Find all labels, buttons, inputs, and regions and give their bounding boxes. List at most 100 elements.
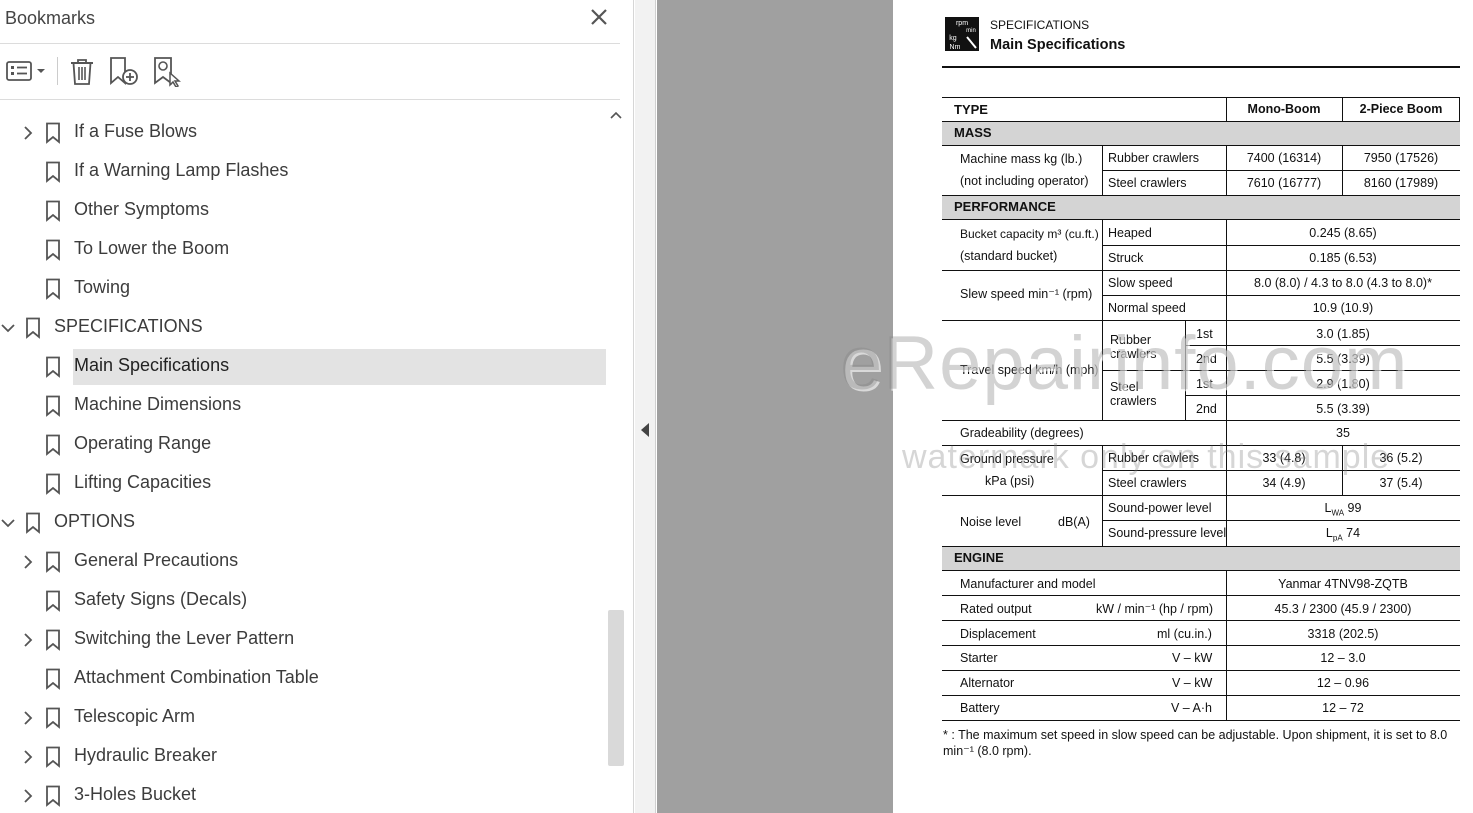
table-rule xyxy=(1226,570,1227,720)
heaped-value: 0.245 (8.65) xyxy=(1309,226,1377,240)
bookmark-options-button[interactable] xyxy=(5,55,47,87)
table-rule xyxy=(1342,445,1343,495)
bookmark-item[interactable]: Main Specifications xyxy=(46,349,606,385)
footnote: * : The maximum set speed in slow speed … xyxy=(943,727,1468,759)
struck-label: Struck xyxy=(1108,251,1144,265)
bookmark-icon xyxy=(46,239,60,261)
close-panel-button[interactable] xyxy=(588,6,610,28)
chevron-right-icon[interactable] xyxy=(21,787,35,805)
mass-steel-two: 8160 (17989) xyxy=(1363,176,1439,190)
bookmark-item[interactable]: Switching the Lever Pattern xyxy=(0,622,606,658)
performance-section-label: PERFORMANCE xyxy=(954,199,1056,214)
new-bookmark-button[interactable] xyxy=(108,55,140,87)
bookmark-item[interactable]: OPTIONS xyxy=(0,505,606,541)
table-rule xyxy=(1226,219,1227,546)
bookmark-tree: If a Fuse Blows If a Warning Lamp Flashes… xyxy=(0,108,608,813)
engine-row-unit: kW / min⁻¹ (hp / rpm) xyxy=(1096,602,1214,616)
bookmark-icon xyxy=(46,122,60,144)
bookmark-item[interactable]: To Lower the Boom xyxy=(0,232,606,268)
document-background xyxy=(657,0,893,813)
table-rule xyxy=(1102,470,1460,471)
bookmark-label: If a Warning Lamp Flashes xyxy=(74,160,289,180)
chevron-right-icon[interactable] xyxy=(21,748,35,766)
bookmark-label: Attachment Combination Table xyxy=(74,667,319,687)
bookmark-label: If a Fuse Blows xyxy=(74,121,198,141)
bookmark-item[interactable]: Machine Dimensions xyxy=(0,388,606,424)
table-rule xyxy=(1342,97,1343,121)
bookmarks-scrollbar[interactable] xyxy=(606,108,626,813)
bookmark-label: 3-Holes Bucket xyxy=(74,784,197,804)
chevron-right-icon[interactable] xyxy=(21,124,35,142)
table-rule xyxy=(1102,370,1460,371)
table-rule xyxy=(1459,97,1460,121)
sound-power-value: LWA 99 xyxy=(1324,501,1362,518)
delete-bookmark-button[interactable] xyxy=(67,55,97,87)
travel-steel-label-1: Steel xyxy=(1110,380,1139,394)
table-rule xyxy=(942,320,1460,321)
engine-row-label: Manufacturer and model xyxy=(960,577,1096,591)
bookmark-item[interactable]: Lifting Capacities xyxy=(0,466,606,502)
ground-pressure-unit: kPa (psi) xyxy=(985,474,1035,488)
bookmark-item[interactable]: Attachment Combination Table xyxy=(0,661,606,697)
bookmark-item[interactable]: If a Fuse Blows xyxy=(0,115,606,151)
two-piece-boom-header: 2-Piece Boom xyxy=(1359,102,1443,116)
ground-pressure-label: Ground pressure xyxy=(960,452,1054,466)
bookmark-item[interactable]: SPECIFICATIONS xyxy=(0,310,606,346)
travel-rubber-label-2: crawlers xyxy=(1110,347,1157,361)
table-rule xyxy=(942,420,1460,421)
panel-splitter[interactable] xyxy=(635,0,656,813)
struck-value: 0.185 (6.53) xyxy=(1309,251,1377,265)
steel-1st-value: 2.9 (1.80) xyxy=(1316,377,1370,391)
bookmark-item[interactable]: Towing xyxy=(0,271,606,307)
trash-icon xyxy=(71,59,93,85)
engine-row-label: Rated output xyxy=(960,602,1032,616)
table-rule xyxy=(1102,145,1103,195)
bookmark-item[interactable]: 3-Holes Bucket xyxy=(0,778,606,813)
bookmark-icon xyxy=(26,317,40,339)
bookmark-item[interactable]: Safety Signs (Decals) xyxy=(0,583,606,619)
bookmark-item[interactable]: If a Warning Lamp Flashes xyxy=(0,154,606,190)
slow-speed-label: Slow speed xyxy=(1108,276,1173,290)
bookmark-label: Machine Dimensions xyxy=(74,394,242,414)
bookmark-item[interactable]: Telescopic Arm xyxy=(0,700,606,736)
bookmark-item[interactable]: General Precautions xyxy=(0,544,606,580)
scroll-thumb[interactable] xyxy=(608,610,624,766)
travel-steel-label-2: crawlers xyxy=(1110,394,1157,408)
normal-speed-label: Normal speed xyxy=(1108,301,1186,315)
table-rule xyxy=(942,495,1460,496)
chevron-right-icon[interactable] xyxy=(21,553,35,571)
travel-speed-label: Travel speed km/h (mph) xyxy=(960,363,1099,377)
find-bookmark-button[interactable] xyxy=(152,55,184,88)
bookmark-label: SPECIFICATIONS xyxy=(54,316,203,336)
svg-text:min: min xyxy=(966,28,976,34)
table-rule xyxy=(942,645,1460,646)
chevron-right-icon[interactable] xyxy=(21,631,35,649)
table-rule xyxy=(942,670,1460,671)
ground-rubber-mono: 33 (4.8) xyxy=(1262,451,1306,465)
bookmark-item[interactable]: Hydraulic Breaker xyxy=(0,739,606,775)
normal-speed-value: 10.9 (10.9) xyxy=(1312,301,1374,315)
table-rule xyxy=(942,445,1460,446)
rubber-2nd-value: 5.5 (3.39) xyxy=(1316,352,1370,366)
list-options-icon xyxy=(6,61,45,81)
table-rule xyxy=(1102,445,1103,546)
bookmark-icon xyxy=(46,434,60,456)
bookmark-item[interactable]: Operating Range xyxy=(0,427,606,463)
page-heading: Main Specifications xyxy=(990,37,1126,53)
bookmark-label: To Lower the Boom xyxy=(74,238,230,258)
bookmark-label: Lifting Capacities xyxy=(74,472,212,492)
table-rule xyxy=(942,270,1460,271)
chevron-down-icon[interactable] xyxy=(1,319,15,337)
bookmark-icon xyxy=(46,278,60,300)
bookmark-item[interactable]: Other Symptoms xyxy=(0,193,606,229)
bookmark-icon xyxy=(46,707,60,729)
ground-rubber-two: 36 (5.2) xyxy=(1379,451,1423,465)
footnote-text: : The maximum set speed in slow speed ca… xyxy=(943,728,1448,758)
scroll-up-icon[interactable] xyxy=(610,110,622,122)
main-specifications-table: MASS PERFORMANCE ENGINE TYPE Mono-Boom 2… xyxy=(942,97,1460,722)
gradeability-value: 35 xyxy=(1336,426,1350,440)
chevron-right-icon[interactable] xyxy=(21,709,35,727)
collapse-panel-icon[interactable] xyxy=(641,423,650,437)
chevron-down-icon[interactable] xyxy=(1,514,15,532)
table-rule xyxy=(942,620,1460,621)
